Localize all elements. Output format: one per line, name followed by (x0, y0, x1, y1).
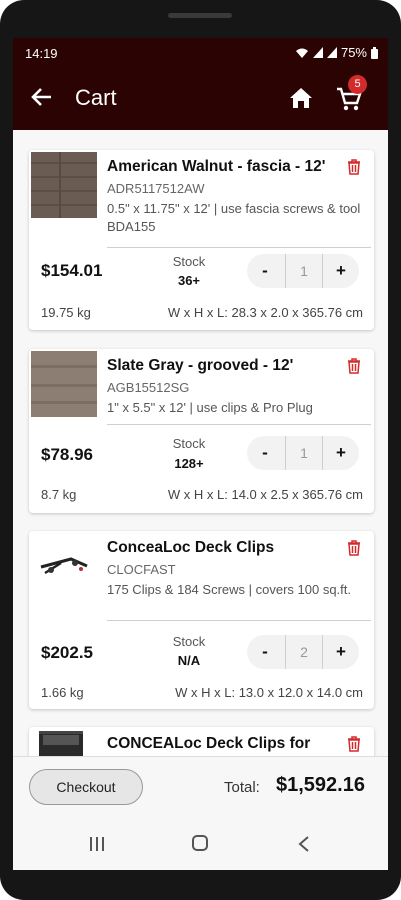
total-label: Total: (224, 779, 260, 796)
item-dimensions: W x H x L: 28.3 x 2.0 x 365.76 cm (167, 305, 363, 320)
cart-item: American Walnut - fascia - 12' ADR511751… (29, 150, 374, 330)
back-arrow-icon[interactable] (29, 84, 55, 110)
trash-icon[interactable] (347, 358, 361, 374)
decrease-quantity-button[interactable]: - (247, 254, 283, 288)
decrease-quantity-button[interactable]: - (247, 436, 283, 470)
status-icons: 75% (295, 45, 378, 60)
earpiece (168, 13, 232, 18)
trash-icon[interactable] (347, 159, 361, 175)
decrease-quantity-button[interactable]: - (247, 635, 283, 669)
wifi-icon (295, 48, 308, 58)
battery-icon (371, 46, 378, 59)
product-name: ConceaLoc Deck Clips (107, 539, 275, 556)
trash-icon[interactable] (347, 540, 361, 556)
back-nav-icon[interactable] (297, 835, 311, 853)
page-title: Cart (75, 85, 117, 110)
cart-item: ConceaLoc Deck Clips CLOCFAST 175 Clips … (29, 531, 374, 709)
quantity-value[interactable]: 1 (285, 254, 323, 288)
divider (107, 424, 371, 425)
stock-label: Stock (172, 634, 206, 649)
quantity-value[interactable]: 2 (285, 635, 323, 669)
product-image (31, 152, 97, 218)
stock-value: 36+ (177, 273, 201, 288)
home-icon[interactable] (288, 86, 314, 110)
item-price: $202.5 (41, 643, 93, 662)
stock-label: Stock (172, 436, 206, 451)
product-image (31, 729, 97, 756)
screen: 14:19 75% Cart 5 American Walnut - fasci… (13, 38, 388, 870)
item-weight: 19.75 kg (41, 305, 91, 320)
item-weight: 8.7 kg (41, 487, 77, 502)
product-sku: AGB15512SG (107, 380, 190, 395)
stock-value: N/A (177, 653, 201, 668)
product-description: 175 Clips & 184 Screws | covers 100 sq.f… (107, 582, 351, 597)
increase-quantity-button[interactable]: + (323, 254, 359, 288)
status-time: 14:19 (25, 46, 58, 61)
signal-icon-2 (326, 47, 337, 58)
checkout-button[interactable]: Checkout (29, 769, 143, 805)
item-price: $78.96 (41, 445, 93, 464)
quantity-stepper: - 1 + (247, 254, 359, 288)
system-nav-bar (13, 818, 388, 870)
product-image (31, 351, 97, 417)
item-dimensions: W x H x L: 13.0 x 12.0 x 14.0 cm (175, 685, 363, 700)
phone-frame: 14:19 75% Cart 5 American Walnut - fasci… (0, 0, 401, 900)
divider (107, 247, 371, 248)
product-description: 0.5" x 11.75" x 12' | use fascia screws … (107, 201, 361, 234)
trash-icon[interactable] (347, 736, 361, 752)
status-bar: 14:19 75% (13, 38, 388, 66)
cart-list[interactable]: American Walnut - fascia - 12' ADR511751… (13, 130, 388, 756)
cart-item: CONCEALoc Deck Clips for (29, 727, 374, 756)
quantity-value[interactable]: 1 (285, 436, 323, 470)
product-name: American Walnut - fascia - 12' (107, 158, 326, 175)
total-value: $1,592.16 (276, 774, 365, 796)
item-weight: 1.66 kg (41, 685, 84, 700)
increase-quantity-button[interactable]: + (323, 635, 359, 669)
product-image (31, 533, 97, 599)
app-bar: Cart 5 (13, 66, 388, 130)
item-price: $154.01 (41, 261, 103, 280)
cart-footer: Checkout Total: $1,592.16 (13, 756, 388, 819)
battery-percent: 75% (340, 45, 367, 60)
quantity-stepper: - 2 + (247, 635, 359, 669)
stock-label: Stock (172, 254, 206, 269)
product-name: CONCEALoc Deck Clips for (107, 735, 311, 752)
increase-quantity-button[interactable]: + (323, 436, 359, 470)
recent-apps-icon[interactable] (88, 836, 106, 852)
product-sku: ADR5117512AW (107, 181, 205, 196)
stock-value: 128+ (174, 456, 204, 471)
product-description: 1" x 5.5" x 12' | use clips & Pro Plug (107, 400, 313, 415)
signal-icon (312, 47, 323, 58)
cart-count-badge: 5 (348, 75, 367, 94)
product-name: Slate Gray - grooved - 12' (107, 357, 294, 374)
product-sku: CLOCFAST (107, 562, 176, 577)
home-nav-icon[interactable] (192, 835, 208, 851)
item-dimensions: W x H x L: 14.0 x 2.5 x 365.76 cm (167, 487, 363, 502)
divider (107, 620, 371, 621)
cart-item: Slate Gray - grooved - 12' AGB15512SG 1"… (29, 349, 374, 513)
quantity-stepper: - 1 + (247, 436, 359, 470)
